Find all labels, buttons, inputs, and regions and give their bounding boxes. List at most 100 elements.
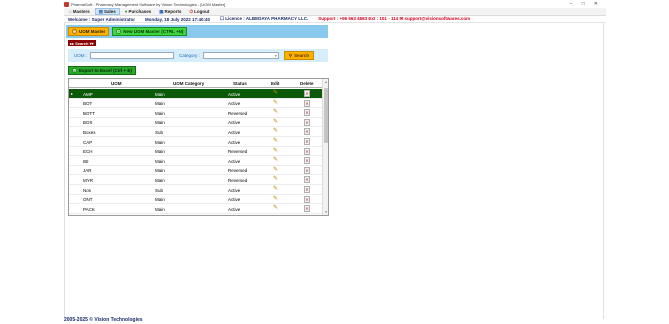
delete-icon[interactable]: ✕ bbox=[304, 186, 310, 193]
cell-uom: MYR bbox=[83, 177, 93, 183]
column-header-delete[interactable]: Delete bbox=[300, 81, 314, 86]
edit-icon[interactable]: ✎ bbox=[273, 109, 280, 116]
menu-purchases[interactable]: ● Purchases bbox=[122, 8, 154, 15]
edit-icon[interactable]: ✎ bbox=[273, 205, 280, 212]
cell-status: Reversed bbox=[228, 149, 248, 155]
window-controls: − □ ✕ bbox=[570, 1, 606, 7]
search-button[interactable]: ⚲ Search bbox=[283, 51, 315, 60]
edit-icon[interactable]: ✎ bbox=[273, 167, 280, 174]
edit-icon[interactable]: ✎ bbox=[273, 100, 280, 107]
table-row[interactable]: IBI Main Active ✎ ✕ bbox=[69, 156, 323, 166]
edit-icon[interactable]: ✎ bbox=[273, 157, 280, 164]
table-row[interactable]: MYR Main Reversed ✎ ✕ bbox=[69, 175, 323, 185]
edit-icon[interactable]: ✎ bbox=[273, 196, 280, 203]
support-text: Support : +96 563 4683 Ext : 101 - 114 ✉… bbox=[318, 16, 471, 21]
close-button[interactable]: ✕ bbox=[594, 1, 598, 7]
delete-icon[interactable]: ✕ bbox=[304, 205, 310, 213]
scroll-up-icon[interactable]: ▴ bbox=[323, 79, 328, 85]
row-selector-icon: ▸ bbox=[71, 91, 74, 96]
cell-status: Active bbox=[228, 187, 241, 193]
delete-icon[interactable]: ✕ bbox=[304, 157, 310, 165]
cell-status: Active bbox=[228, 101, 241, 107]
table-row[interactable]: CAP Main Active ✎ ✕ bbox=[69, 137, 323, 147]
cell-uom: JAR bbox=[83, 168, 92, 174]
delete-icon[interactable]: ✕ bbox=[304, 128, 310, 136]
cell-uom-category: Main bbox=[155, 149, 165, 155]
table-row[interactable]: BOTT Main Reversed ✎ ✕ bbox=[69, 108, 323, 118]
delete-icon[interactable]: ✕ bbox=[304, 99, 310, 107]
table-row[interactable]: BOX Main Active ✎ ✕ bbox=[69, 118, 323, 128]
column-header-uom[interactable]: UOM bbox=[111, 81, 122, 86]
menu-purchases-label: Purchases bbox=[128, 9, 152, 14]
cell-uom: BOT bbox=[83, 101, 93, 107]
logout-icon: ⏻ bbox=[189, 9, 194, 14]
scroll-down-icon[interactable]: ▾ bbox=[323, 209, 328, 215]
edit-icon[interactable]: ✎ bbox=[273, 138, 280, 145]
menu-masters[interactable]: ⌂ Masters bbox=[66, 8, 93, 15]
table-row[interactable]: ECH Main Reversed ✎ ✕ bbox=[69, 147, 323, 157]
menu-logout[interactable]: ⏻ Logout bbox=[187, 8, 213, 15]
table-row[interactable]: ONT Main Active ✎ ✕ bbox=[69, 195, 323, 205]
excel-icon: x bbox=[72, 68, 77, 73]
edit-icon[interactable]: ✎ bbox=[273, 119, 280, 126]
column-header-edit[interactable]: Edit bbox=[271, 81, 280, 86]
edit-icon[interactable]: ✎ bbox=[273, 128, 280, 135]
edit-icon[interactable]: ✎ bbox=[273, 90, 280, 97]
session-info-bar: Welcome : Super Administrator Monday, 18… bbox=[64, 16, 606, 23]
cell-uom: IBI bbox=[83, 158, 89, 164]
table-row[interactable]: Nos Sub Active ✎ ✕ bbox=[69, 185, 323, 195]
delete-icon[interactable]: ✕ bbox=[304, 166, 310, 174]
category-select[interactable]: ▾ bbox=[202, 52, 279, 59]
delete-icon[interactable]: ✕ bbox=[304, 118, 310, 126]
table-row[interactable]: BOT Main Active ✎ ✕ bbox=[69, 99, 323, 109]
new-uom-button[interactable]: + New UOM Master (CTRL +N) bbox=[112, 27, 188, 36]
app-logo-icon bbox=[64, 1, 69, 7]
cell-uom-category: Main bbox=[155, 168, 165, 174]
footer-copyright: 2005-2025 © Vision Technologies bbox=[64, 317, 143, 323]
table-row[interactable]: PACK Main Active ✎ ✕ bbox=[69, 204, 323, 214]
table-row[interactable]: JAR Main Reversed ✎ ✕ bbox=[69, 166, 323, 176]
delete-icon[interactable]: ✕ bbox=[304, 90, 310, 97]
delete-icon[interactable]: ✕ bbox=[304, 176, 310, 184]
right-divider bbox=[603, 23, 604, 319]
uom-master-button[interactable]: ≡ UOM Master bbox=[68, 27, 110, 36]
column-header-status[interactable]: Status bbox=[233, 81, 247, 86]
menu-masters-label: Masters bbox=[72, 9, 90, 14]
delete-icon[interactable]: ✕ bbox=[304, 195, 310, 203]
minimize-button[interactable]: − bbox=[570, 1, 573, 7]
cell-uom-category: Main bbox=[155, 197, 165, 203]
cell-status: Active bbox=[228, 158, 241, 164]
uom-search-input[interactable] bbox=[90, 52, 174, 59]
list-icon: ≡ bbox=[72, 29, 77, 34]
grid-scrollbar[interactable]: ▴ ▾ bbox=[322, 79, 328, 215]
menu-sales[interactable]: ▤ Sales bbox=[94, 8, 120, 15]
table-row[interactable]: Boxes Sub Active ✎ ✕ bbox=[69, 127, 323, 137]
scrollbar-thumb[interactable] bbox=[324, 88, 328, 143]
table-row[interactable]: ▸ AMP Main Active ✎ ✕ bbox=[69, 89, 323, 99]
edit-icon[interactable]: ✎ bbox=[273, 148, 280, 155]
delete-icon[interactable]: ✕ bbox=[304, 109, 310, 117]
search-panel: UOM : Category : ▾ ⚲ Search bbox=[68, 49, 328, 62]
uom-field-label: UOM : bbox=[74, 53, 87, 58]
cell-uom-category: Main bbox=[155, 158, 165, 164]
edit-icon[interactable]: ✎ bbox=[273, 186, 280, 193]
cell-uom-category: Main bbox=[155, 91, 165, 97]
column-header-uom-category[interactable]: UOM Category bbox=[173, 81, 204, 86]
cell-uom: AMP bbox=[83, 91, 93, 97]
uom-toolstrip: ≡ UOM Master + New UOM Master (CTRL +N) bbox=[66, 25, 328, 38]
cell-status: Active bbox=[228, 120, 241, 126]
left-divider bbox=[64, 23, 65, 319]
purchase-icon: ● bbox=[124, 9, 128, 14]
cell-uom-category: Main bbox=[155, 206, 165, 212]
search-section-toggle[interactable]: ▸▸ Search ▾▾ bbox=[68, 40, 96, 46]
window-titlebar: PharmaSoft - Pharmacy Management Softwar… bbox=[64, 0, 606, 8]
menu-reports[interactable]: ▦ Reports bbox=[156, 8, 184, 15]
cell-uom-category: Sub bbox=[155, 129, 164, 135]
delete-icon[interactable]: ✕ bbox=[304, 147, 310, 155]
category-field-label: Category : bbox=[179, 53, 200, 58]
export-excel-button[interactable]: x Export to Excel (Ctrl + E) bbox=[68, 66, 136, 75]
maximize-button[interactable]: □ bbox=[582, 1, 585, 7]
search-button-label: Search bbox=[294, 53, 310, 58]
edit-icon[interactable]: ✎ bbox=[273, 176, 280, 183]
delete-icon[interactable]: ✕ bbox=[304, 138, 310, 145]
